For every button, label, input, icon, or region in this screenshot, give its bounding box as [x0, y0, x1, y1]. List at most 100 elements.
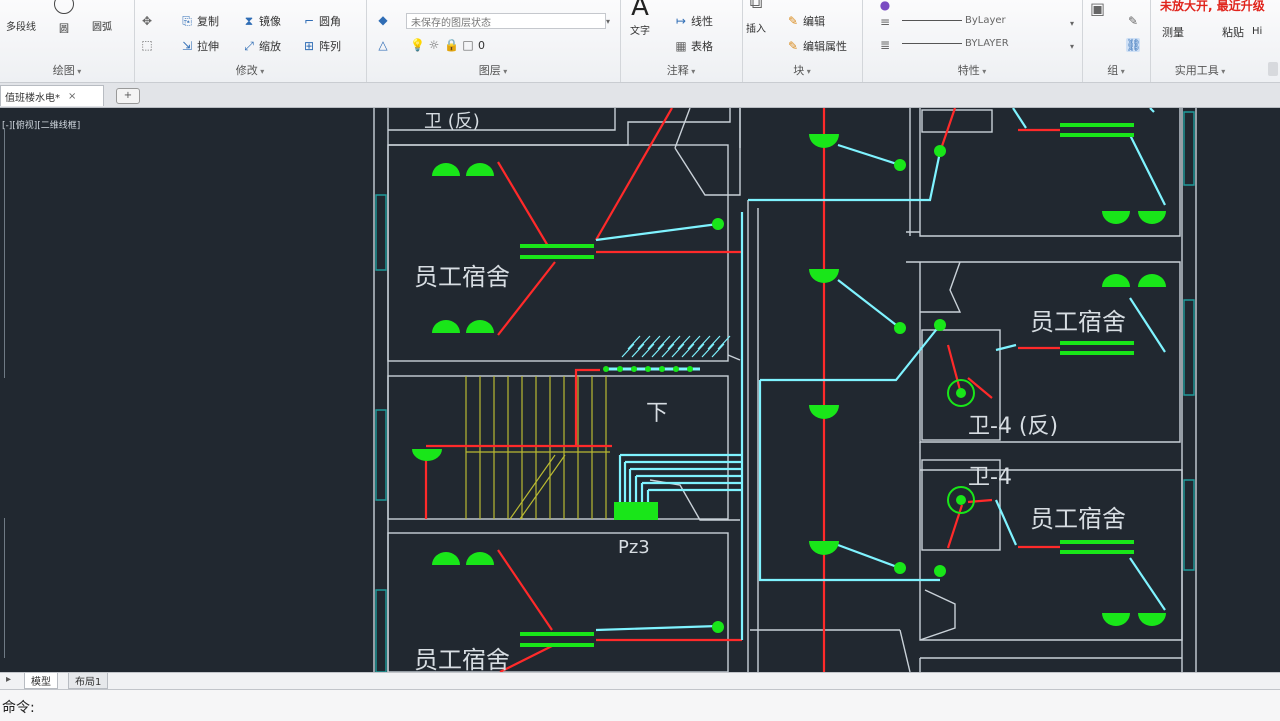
- floor-plan-drawing[interactable]: 员工宿舍 员工宿舍 员工宿舍 员工宿舍 卫-4 (反) 卫-4 Pz3 下 卫 …: [0, 108, 1280, 672]
- insert-button[interactable]: ⧉ 插入: [746, 0, 766, 35]
- block-edit-icon: ✎: [787, 14, 799, 28]
- lineweight-value: BYLAYER: [965, 38, 1009, 49]
- ribbon-group-label-groups: 组: [1082, 62, 1150, 78]
- polyline-icon: ⌒: [12, 0, 30, 15]
- color-square-icon: □: [462, 38, 474, 52]
- linear-dim-button[interactable]: ↦ 线性: [674, 13, 713, 29]
- move-icon[interactable]: ✥: [140, 14, 154, 28]
- measure-button[interactable]: 测量: [1162, 24, 1184, 40]
- stretch-icon: ⇲: [181, 39, 193, 53]
- linear-label: 线性: [691, 15, 713, 28]
- block-edit-label: 编辑: [803, 15, 825, 28]
- stretch-button[interactable]: ⇲ 拉伸: [180, 38, 219, 54]
- tab-model[interactable]: 模型: [24, 673, 58, 689]
- document-tab-bar: 值班楼水电* × +: [0, 83, 1280, 108]
- layout-nav-arrow-icon[interactable]: ▸: [6, 674, 11, 685]
- drawing-canvas[interactable]: [-][俯视][二维线框] 员工宿舍 员工宿舍 员工宿舍 员工宿舍 卫-4 (反…: [0, 108, 1280, 672]
- circle-icon: [54, 0, 74, 14]
- insert-label: 插入: [746, 24, 766, 35]
- ribbon-group-label-utilities: 实用工具: [1150, 62, 1250, 78]
- table-button[interactable]: ▦ 表格: [674, 38, 713, 54]
- tab-model-label: 模型: [31, 677, 51, 688]
- measure-label: 测量: [1162, 26, 1184, 39]
- mirror-button[interactable]: ⧗ 镜像: [242, 13, 281, 29]
- bulb-icon: 💡: [410, 38, 425, 52]
- rectangle-select-icon[interactable]: ⬚: [140, 38, 154, 52]
- warning-text: 未放大开, 最近升级: [1160, 0, 1265, 13]
- ribbon-scrollbar[interactable]: [1268, 62, 1278, 76]
- array-label: 阵列: [319, 40, 341, 53]
- side-label-text: Hi: [1252, 26, 1263, 37]
- layer-state-dropdown[interactable]: 未保存的图层状态: [406, 13, 606, 29]
- block-edit-button[interactable]: ✎ 编辑: [786, 13, 825, 29]
- fillet-icon: ⌐: [303, 14, 315, 28]
- lineweight-icon[interactable]: ≣: [878, 38, 892, 52]
- side-label[interactable]: Hi: [1252, 26, 1262, 37]
- layout-tab-bar: ▸ 模型 布局1: [0, 672, 1280, 689]
- layer-dropdown[interactable]: 💡 ☼ 🔒 □ 0: [410, 38, 485, 52]
- tab-layout1-label: 布局1: [75, 677, 102, 688]
- sun-icon: ☼: [428, 38, 440, 52]
- room-label-2: 员工宿舍: [414, 646, 510, 672]
- circle-label: 圆: [59, 24, 69, 35]
- document-tab-title: 值班楼水电*: [5, 92, 60, 104]
- ribbon-group-label-draw: 绘图: [0, 62, 134, 78]
- group-icon[interactable]: ▣: [1090, 1, 1105, 17]
- group-select-icon[interactable]: ⛓: [1126, 38, 1141, 52]
- scale-button[interactable]: ⤢ 缩放: [242, 38, 281, 54]
- stair-direction-label: 下: [646, 401, 668, 426]
- tab-layout1[interactable]: 布局1: [68, 673, 109, 689]
- ribbon: ⌒ 多段线 圆 ⌒ 圆弧 绘图 ✥ ⬚ ⎘ 复制 ⇲ 拉伸 ⧗ 镜像 ⤢ 缩放 ⌐ 圆角 …: [0, 0, 1280, 83]
- polyline-label: 多段线: [6, 22, 36, 33]
- polyline-button[interactable]: ⌒ 多段线: [6, 0, 36, 33]
- cyan-wiring: [595, 108, 1166, 640]
- paste-button[interactable]: 粘贴: [1222, 24, 1244, 40]
- circle-button[interactable]: 圆: [54, 0, 74, 35]
- edit-attribute-button[interactable]: ✎ 编辑属性: [786, 38, 847, 54]
- scale-label: 缩放: [259, 40, 281, 53]
- paste-label: 粘贴: [1222, 26, 1244, 39]
- array-button[interactable]: ⊞ 阵列: [302, 38, 341, 54]
- group-edit-icon[interactable]: ✎: [1126, 14, 1140, 28]
- document-tab[interactable]: 值班楼水电* ×: [0, 85, 104, 106]
- arc-label: 圆弧: [92, 22, 112, 33]
- outlet-dots: [603, 145, 946, 633]
- layer-properties-icon[interactable]: ◆: [376, 13, 390, 27]
- stretch-label: 拉伸: [197, 40, 219, 53]
- lineweight-dropdown[interactable]: BYLAYER: [902, 38, 1009, 49]
- arc-button[interactable]: ⌒ 圆弧: [92, 0, 113, 33]
- linetype-dropdown[interactable]: ByLayer: [902, 15, 1006, 26]
- copy-button[interactable]: ⎘ 复制: [180, 13, 219, 29]
- fillet-button[interactable]: ⌐ 圆角: [302, 13, 341, 29]
- ribbon-group-groups: ▣ ✎ ⛓ 组: [1082, 0, 1151, 82]
- ribbon-group-annotation: A 文字 ↦ 线性 ▦ 表格 注释: [620, 0, 743, 82]
- layer-state-value: 未保存的图层状态: [411, 17, 491, 29]
- linetype-caret-icon[interactable]: ▾: [1070, 19, 1074, 28]
- stair-treads: [465, 376, 610, 520]
- columns: [375, 111, 1195, 672]
- close-icon[interactable]: ×: [68, 91, 76, 102]
- lineweight-caret-icon[interactable]: ▾: [1070, 42, 1074, 51]
- ribbon-group-label-properties: 特性: [862, 62, 1082, 78]
- layer-state-caret-icon[interactable]: ▾: [606, 17, 610, 26]
- ribbon-group-label-block: 块: [742, 62, 862, 78]
- layer-state-icon[interactable]: △: [376, 38, 390, 52]
- command-prompt: 命令:: [2, 700, 35, 716]
- ribbon-group-block: ⧉ 插入 ✎ 编辑 ✎ 编辑属性 块: [742, 0, 863, 82]
- insert-block-icon: ⧉: [749, 0, 763, 13]
- command-line[interactable]: 命令:: [0, 689, 1280, 721]
- table-label: 表格: [691, 40, 713, 53]
- linear-dim-icon: ↦: [675, 14, 687, 28]
- text-button[interactable]: A 文字: [630, 0, 650, 37]
- new-tab-button[interactable]: +: [116, 88, 140, 104]
- color-picker-icon[interactable]: ●: [878, 0, 892, 12]
- linetype-icon[interactable]: ≡: [878, 15, 892, 29]
- walls: [373, 108, 1197, 672]
- linetype-line: [902, 20, 962, 21]
- big-text-icon: A: [631, 0, 649, 22]
- room-label-1: 员工宿舍: [414, 263, 510, 291]
- hatch: [604, 335, 731, 371]
- ribbon-group-label-annotation: 注释: [620, 62, 742, 78]
- lock-icon: 🔒: [444, 38, 459, 52]
- toilet-label-1: 卫-4 (反): [968, 414, 1058, 439]
